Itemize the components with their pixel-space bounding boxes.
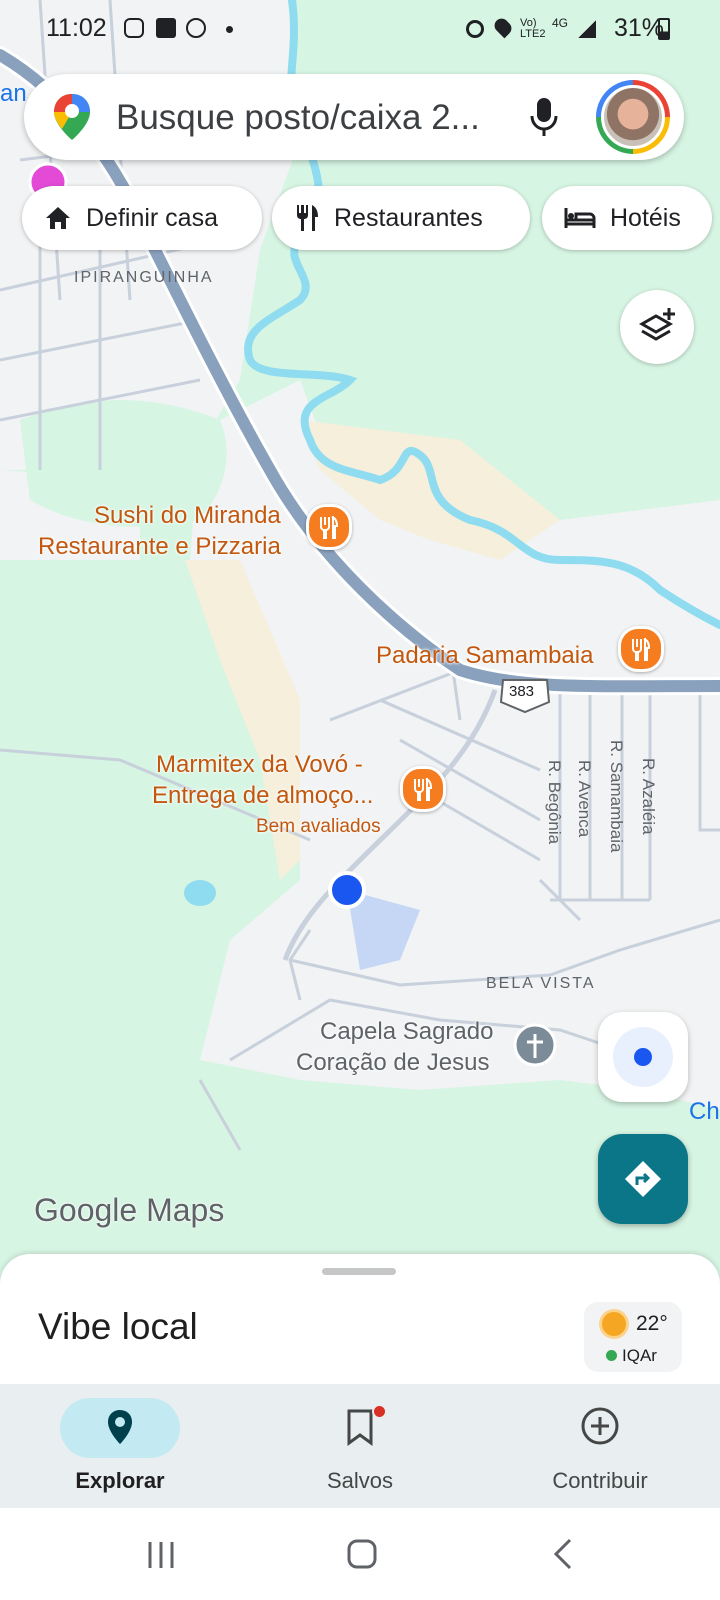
nav-label-saved: Salvos (326, 1468, 394, 1493)
status-time: 11:02 (46, 14, 107, 42)
whatsapp-icon (186, 18, 206, 38)
maps-pin-logo-icon (54, 94, 90, 140)
account-avatar[interactable] (596, 80, 670, 154)
back-icon[interactable] (552, 1538, 574, 1570)
poi-label-padaria[interactable]: Padaria Samambaia (376, 640, 593, 671)
nav-label-contribute: Contribuir (552, 1468, 648, 1493)
air-quality-dot-icon (606, 1350, 617, 1361)
recent-apps-icon[interactable] (146, 1540, 176, 1570)
restaurant-pin-marmitex[interactable] (400, 766, 446, 812)
poi-label-sushi-line1[interactable]: Sushi do Miranda (94, 500, 281, 531)
nav-explore[interactable]: Explorar (20, 1384, 220, 1508)
street-label-samambaia: R. Samambaia (607, 740, 626, 853)
explore-pin-icon (108, 1410, 132, 1444)
battery-percent: 31% (613, 14, 664, 42)
directions-button[interactable] (598, 1134, 688, 1224)
chip-restaurants[interactable]: Restaurantes (272, 186, 530, 250)
search-bar[interactable]: Busque posto/caixa 2... (24, 74, 684, 160)
instagram-icon (124, 18, 144, 38)
search-input[interactable]: Busque posto/caixa 2... (116, 98, 480, 138)
status-bar: 11:02 Vo) LTE2 4G 31% (0, 0, 720, 56)
home-icon (46, 207, 70, 229)
chip-label: Restaurantes (334, 203, 483, 232)
street-label-azaleia: R. Azaléia (639, 758, 658, 835)
battery-icon (658, 18, 670, 40)
chip-hotels[interactable]: Hotéis (542, 186, 712, 250)
nav-contribute[interactable]: Contribuir (500, 1384, 700, 1508)
nav-saved[interactable]: Salvos (260, 1384, 460, 1508)
bottom-sheet[interactable]: Vibe local 22° IQAr (0, 1254, 720, 1384)
home-button-icon[interactable] (346, 1538, 378, 1570)
directions-icon (625, 1161, 661, 1197)
fork-knife-icon (632, 638, 651, 661)
location-status-icon (491, 15, 515, 39)
restaurant-pin-sushi[interactable] (306, 504, 352, 550)
volte-icon: Vo) LTE2 (520, 17, 546, 40)
gallery-icon (156, 18, 176, 38)
poi-label-marmitex-line2[interactable]: Entrega de almoço... (152, 780, 373, 811)
fork-knife-icon (297, 205, 318, 231)
street-label-begonia: R. Begônia (545, 760, 564, 845)
sheet-drag-handle[interactable] (322, 1268, 396, 1275)
fork-knife-icon (414, 778, 433, 801)
alarm-icon (466, 20, 484, 38)
bed-icon (564, 208, 596, 228)
sheet-title: Vibe local (38, 1306, 198, 1347)
layers-add-icon (638, 308, 675, 341)
chip-label: Definir casa (86, 203, 218, 232)
map-label-edge-left: an (0, 80, 27, 107)
poi-tag-top-rated: Bem avaliados (256, 816, 381, 837)
neighborhood-label-ipiranguinha: IPIRANGUINHA (74, 269, 214, 286)
map-label-edge-right: Ch (689, 1098, 720, 1125)
add-circle-icon (581, 1407, 619, 1445)
microphone-icon[interactable] (528, 96, 560, 138)
bottom-navigation: Explorar Salvos Contribuir (0, 1384, 720, 1508)
network-4g-icon: 4G (552, 16, 569, 30)
poi-label-chapel-line2[interactable]: Coração de Jesus (296, 1047, 489, 1078)
nav-label-explore: Explorar (75, 1468, 165, 1493)
chip-label: Hotéis (610, 203, 681, 232)
poi-label-marmitex-line1[interactable]: Marmitex da Vovó - (156, 749, 363, 780)
weather-temperature: 22° (636, 1312, 668, 1335)
google-maps-watermark: Google Maps (34, 1192, 225, 1228)
route-shield-label: 383 (509, 683, 535, 700)
sun-icon (602, 1312, 626, 1336)
air-quality-label: IQAr (622, 1346, 657, 1365)
layers-button[interactable] (620, 290, 694, 364)
chip-set-home[interactable]: Definir casa (22, 186, 262, 250)
fork-knife-icon (320, 516, 339, 539)
neighborhood-label-bela-vista: BELA VISTA (486, 975, 596, 992)
signal-icon (578, 20, 596, 38)
system-navigation-bar (0, 1508, 720, 1600)
my-location-button[interactable] (598, 1012, 688, 1102)
restaurant-pin-padaria[interactable] (618, 626, 664, 672)
notification-dot-icon (226, 26, 233, 33)
poi-label-chapel-line1[interactable]: Capela Sagrado (320, 1016, 493, 1047)
my-location-icon (613, 1027, 673, 1087)
avatar-photo (601, 85, 665, 149)
saved-notification-dot (372, 1404, 387, 1419)
street-label-avenca: R. Avenca (575, 760, 594, 838)
weather-chip[interactable]: 22° IQAr (584, 1302, 682, 1372)
poi-label-sushi-line2[interactable]: Restaurante e Pizzaria (38, 531, 281, 562)
